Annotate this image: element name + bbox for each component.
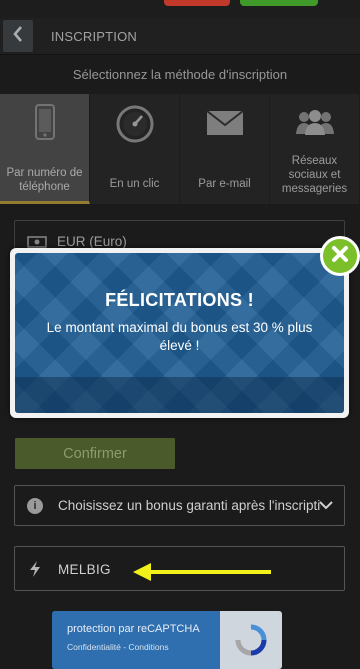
phone-icon xyxy=(0,104,90,140)
confirm-button[interactable]: Confirmer xyxy=(15,438,175,469)
method-tab-social[interactable]: Réseaux sociaux et messageries xyxy=(270,94,360,204)
popup-close-button[interactable] xyxy=(320,236,360,276)
top-green-button[interactable] xyxy=(240,0,318,6)
method-tab-email[interactable]: Par e-mail xyxy=(180,94,270,204)
registration-methods: Par numéro de téléphone En un clic Par e… xyxy=(0,94,360,204)
bonus-value: Choisissez un bonus garanti après l'insc… xyxy=(58,498,321,513)
page-title: INSCRIPTION xyxy=(51,29,137,44)
envelope-icon xyxy=(180,110,270,136)
users-icon xyxy=(270,108,360,136)
recaptcha-title: protection par reCAPTCHA xyxy=(67,623,200,635)
chevron-down-icon xyxy=(318,498,334,517)
back-button[interactable] xyxy=(3,20,33,52)
header-bar: INSCRIPTION xyxy=(0,18,360,55)
promo-code-value: MELBIG xyxy=(58,562,111,577)
recaptcha-logo-icon xyxy=(220,611,282,669)
chevron-left-icon xyxy=(12,25,24,47)
method-label-email: Par e-mail xyxy=(198,178,251,190)
method-label-social: Réseaux sociaux et messageries xyxy=(281,155,348,195)
arrow-left-icon xyxy=(131,561,273,588)
top-red-button[interactable] xyxy=(164,0,230,6)
method-subtitle: Sélectionnez la méthode d'inscription xyxy=(72,67,288,82)
bonus-popup: FÉLICITATIONS ! Le montant maximal du bo… xyxy=(10,248,349,418)
popup-body: FÉLICITATIONS ! Le montant maximal du bo… xyxy=(15,253,344,413)
method-tab-phone[interactable]: Par numéro de téléphone xyxy=(0,94,90,204)
recaptcha-links[interactable]: Confidentialité - Conditions xyxy=(67,642,169,652)
recaptcha-widget[interactable]: protection par reCAPTCHA Confidentialité… xyxy=(52,611,282,669)
recaptcha-info: protection par reCAPTCHA Confidentialité… xyxy=(52,611,220,669)
speedometer-icon xyxy=(90,104,180,144)
currency-value: EUR (Euro) xyxy=(57,234,127,249)
popup-message: Le montant maximal du bonus est 30 % plu… xyxy=(46,320,313,353)
close-icon xyxy=(331,245,349,268)
popup-band xyxy=(15,377,344,413)
method-label-phone: Par numéro de téléphone xyxy=(6,167,83,193)
info-icon: i xyxy=(27,498,43,514)
method-label-one-click: En un clic xyxy=(109,178,160,190)
bonus-select[interactable]: i Choisissez un bonus garanti après l'in… xyxy=(14,485,345,526)
lightning-icon xyxy=(29,561,41,582)
top-bar xyxy=(0,0,360,18)
popup-title: FÉLICITATIONS ! xyxy=(105,290,254,310)
method-tab-one-click[interactable]: En un clic xyxy=(90,94,180,204)
